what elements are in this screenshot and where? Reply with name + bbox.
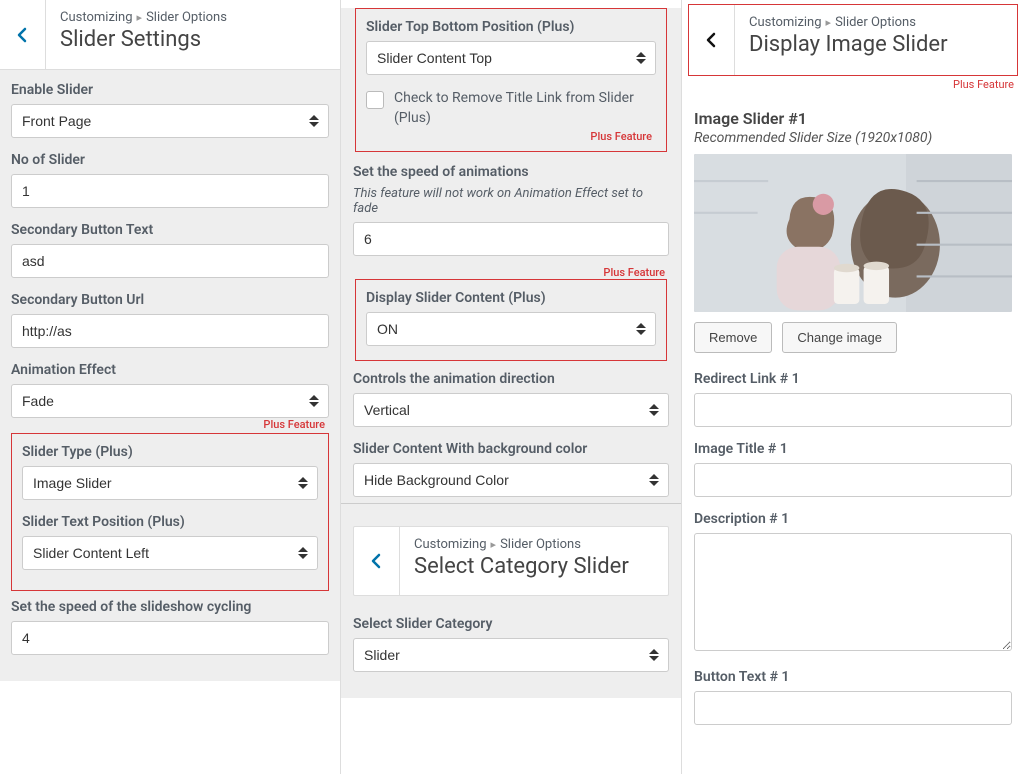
slider-text-position-label: Slider Text Position (Plus) <box>22 514 318 530</box>
content-bg-color-label: Slider Content With background color <box>353 441 669 457</box>
top-bottom-position-select[interactable]: Slider Content Top <box>366 41 656 75</box>
redirect-link-input[interactable] <box>694 393 1012 427</box>
select-slider-category-label: Select Slider Category <box>353 616 669 632</box>
plus-feature-group: Slider Type (Plus) Image Slider Slider T… <box>11 433 329 591</box>
speed-animations-label: Set the speed of animations <box>353 164 669 180</box>
secondary-button-text-input[interactable] <box>11 244 329 278</box>
plus-feature-group: Customizing ▸Slider Options Display Image… <box>688 4 1018 76</box>
panel-header: Customizing ▸Slider Options Slider Settin… <box>0 0 340 70</box>
chevron-left-icon <box>15 27 31 43</box>
content-bg-color-select[interactable]: Hide Background Color <box>353 463 669 497</box>
back-button[interactable] <box>689 5 735 75</box>
slider-text-position-select[interactable]: Slider Content Left <box>22 536 318 570</box>
remove-image-button[interactable]: Remove <box>694 322 772 353</box>
panel-title: Select Category Slider <box>414 554 654 580</box>
breadcrumb-root: Customizing <box>60 10 133 25</box>
slider-type-select[interactable]: Image Slider <box>22 466 318 500</box>
divider <box>341 503 681 504</box>
animation-direction-select[interactable]: Vertical <box>353 393 669 427</box>
button-text-input[interactable] <box>694 691 1012 725</box>
change-image-button[interactable]: Change image <box>782 322 897 353</box>
plus-feature-badge: Plus Feature <box>353 266 669 279</box>
select-slider-category-select[interactable]: Slider <box>353 638 669 672</box>
back-button[interactable] <box>354 527 400 595</box>
recommended-size-text: Recommended Slider Size (1920x1080) <box>694 130 1012 146</box>
image-slider-heading: Image Slider #1 <box>694 109 1012 128</box>
panel-slider-options-middle: Slider Top Bottom Position (Plus) Slider… <box>341 0 682 774</box>
slider-image-preview <box>694 154 1012 312</box>
description-textarea[interactable] <box>694 533 1012 651</box>
panel-title: Display Image Slider <box>749 32 1003 58</box>
breadcrumb-current: Slider Options <box>835 15 916 30</box>
no-of-slider-label: No of Slider <box>11 152 329 168</box>
button-text-label: Button Text # 1 <box>694 669 1012 685</box>
plus-feature-badge: Plus Feature <box>682 76 1024 97</box>
breadcrumb: Customizing ▸Slider Options <box>414 537 654 552</box>
breadcrumb-root: Customizing <box>749 15 822 30</box>
no-of-slider-input[interactable] <box>11 174 329 208</box>
panel-display-image-slider: Customizing ▸Slider Options Display Image… <box>682 0 1024 774</box>
panel-slider-settings: Customizing ▸Slider Options Slider Settin… <box>0 0 341 774</box>
animation-direction-label: Controls the animation direction <box>353 371 669 387</box>
secondary-button-text-label: Secondary Button Text <box>11 222 329 238</box>
breadcrumb: Customizing ▸Slider Options <box>60 10 326 25</box>
breadcrumb: Customizing ▸Slider Options <box>749 15 1003 30</box>
enable-slider-select[interactable]: Front Page <box>11 104 329 138</box>
plus-feature-group: Display Slider Content (Plus) ON <box>355 279 667 361</box>
plus-feature-group: Slider Top Bottom Position (Plus) Slider… <box>355 8 667 152</box>
breadcrumb-sep-icon: ▸ <box>491 538 497 551</box>
animation-effect-label: Animation Effect <box>11 362 329 378</box>
secondary-button-url-label: Secondary Button Url <box>11 292 329 308</box>
display-slider-content-label: Display Slider Content (Plus) <box>366 290 656 306</box>
plus-feature-badge: Plus Feature <box>11 418 329 431</box>
speed-slideshow-input[interactable] <box>11 621 329 655</box>
slider-type-label: Slider Type (Plus) <box>22 444 318 460</box>
redirect-link-label: Redirect Link # 1 <box>694 371 1012 387</box>
breadcrumb-current: Slider Options <box>146 10 227 25</box>
enable-slider-label: Enable Slider <box>11 82 329 98</box>
image-title-label: Image Title # 1 <box>694 441 1012 457</box>
panel-header: Customizing ▸Slider Options Display Image… <box>689 5 1017 75</box>
top-bottom-position-label: Slider Top Bottom Position (Plus) <box>366 19 656 35</box>
plus-feature-badge: Plus Feature <box>366 130 656 143</box>
breadcrumb-current: Slider Options <box>500 537 581 552</box>
display-slider-content-select[interactable]: ON <box>366 312 656 346</box>
speed-animations-hint: This feature will not work on Animation … <box>353 186 669 216</box>
breadcrumb-sep-icon: ▸ <box>137 11 143 24</box>
panel-header: Customizing ▸Slider Options Select Catego… <box>353 526 669 596</box>
panel-title: Slider Settings <box>60 27 326 53</box>
chevron-left-icon <box>704 32 720 48</box>
breadcrumb-sep-icon: ▸ <box>826 16 832 29</box>
breadcrumb-root: Customizing <box>414 537 487 552</box>
preview-image-icon <box>694 154 1012 312</box>
image-title-input[interactable] <box>694 463 1012 497</box>
back-button[interactable] <box>0 0 46 69</box>
remove-title-link-label: Check to Remove Title Link from Slider (… <box>394 89 656 128</box>
speed-animations-input[interactable] <box>353 222 669 256</box>
animation-effect-select[interactable]: Fade <box>11 384 329 418</box>
speed-slideshow-label: Set the speed of the slideshow cycling <box>11 599 329 615</box>
secondary-button-url-input[interactable] <box>11 314 329 348</box>
remove-title-link-checkbox[interactable] <box>366 91 384 109</box>
description-label: Description # 1 <box>694 511 1012 527</box>
chevron-left-icon <box>369 553 385 569</box>
